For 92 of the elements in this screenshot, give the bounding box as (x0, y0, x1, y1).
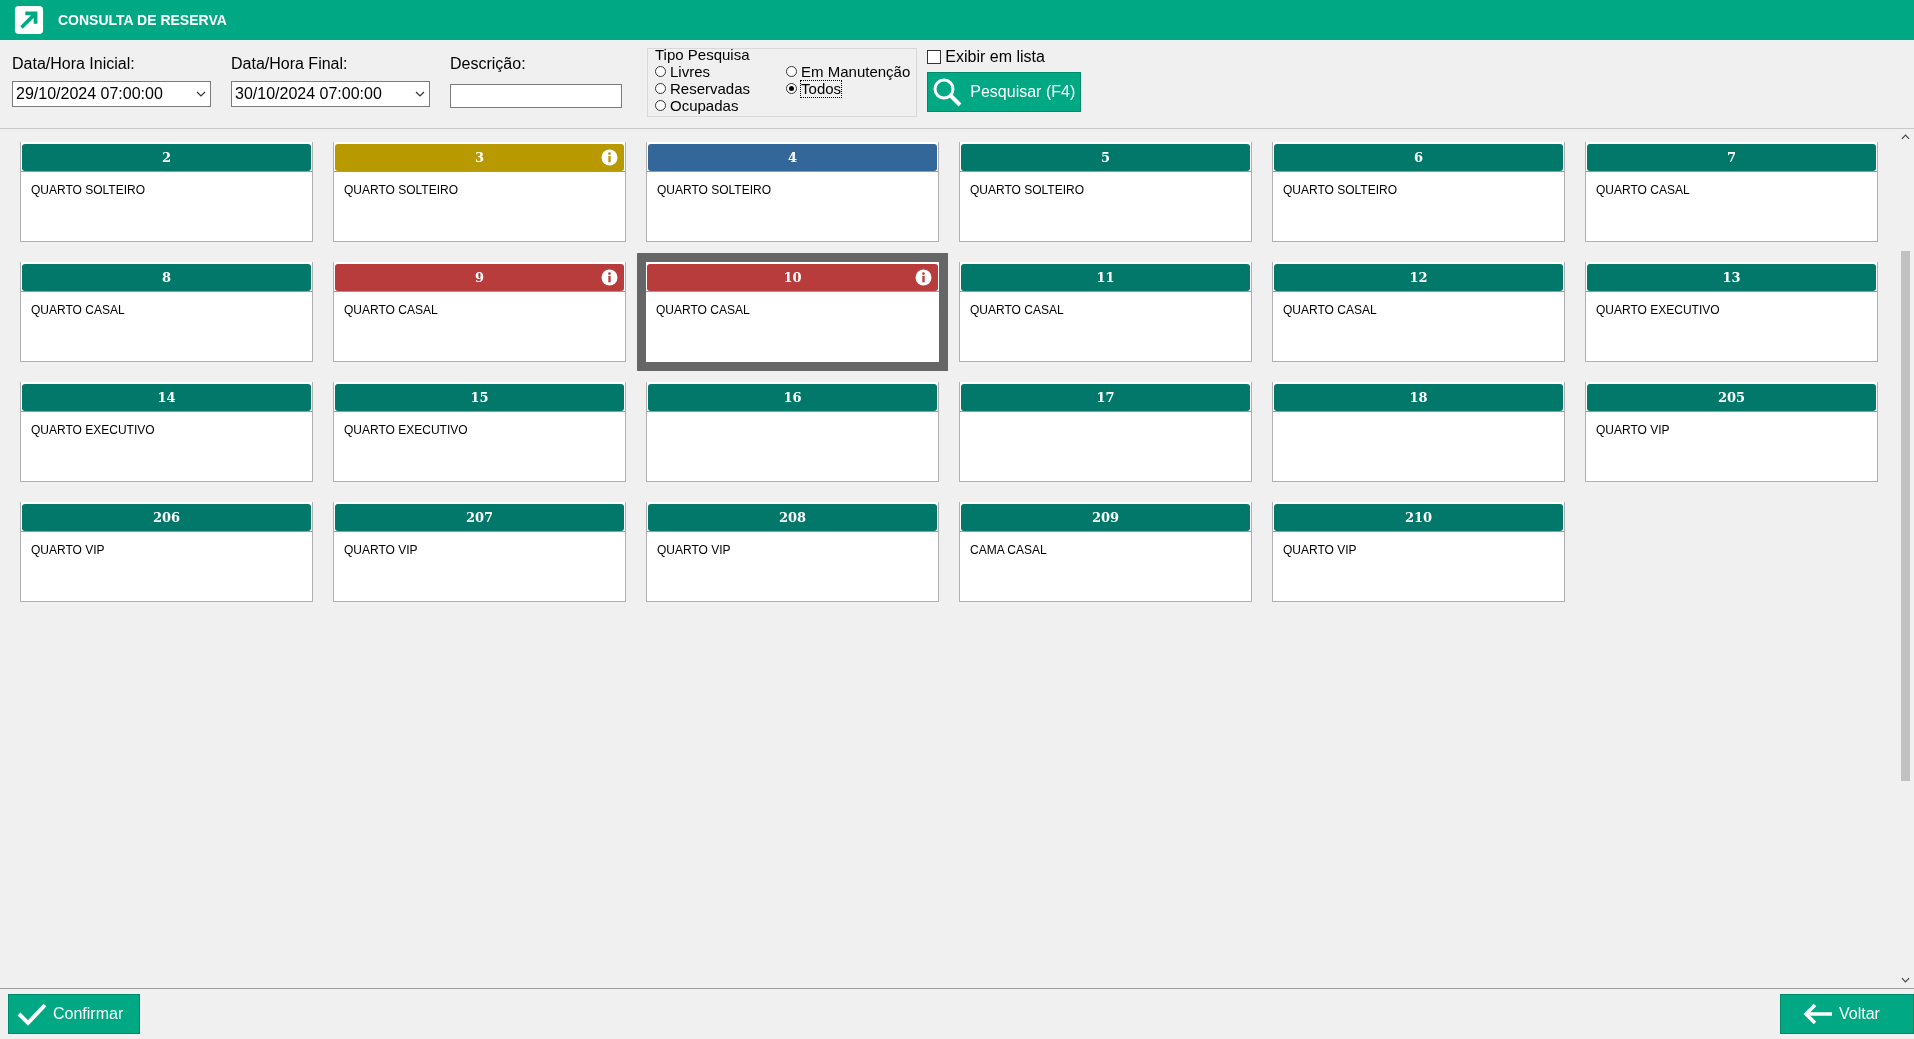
info-icon[interactable] (601, 149, 618, 166)
room-number: 10 (783, 270, 802, 285)
room-number: 205 (1717, 390, 1746, 405)
room-card[interactable]: 6 QUARTO SOLTEIRO (1272, 142, 1565, 242)
room-number: 208 (778, 510, 807, 525)
room-number: 8 (161, 270, 171, 285)
info-icon[interactable] (915, 269, 932, 286)
room-card[interactable]: 7 QUARTO CASAL (1585, 142, 1878, 242)
description-field[interactable] (450, 84, 622, 108)
room-card[interactable]: 14 QUARTO EXECUTIVO (20, 382, 313, 482)
room-number: 3 (474, 150, 484, 165)
room-card[interactable]: 209 CAMA CASAL (959, 502, 1252, 602)
scroll-up-icon[interactable] (1901, 134, 1910, 140)
room-number: 11 (1096, 270, 1115, 285)
room-number: 18 (1409, 390, 1428, 405)
room-description: QUARTO CASAL (1283, 303, 1377, 317)
room-number: 14 (157, 390, 176, 405)
room-card[interactable]: 3 QUARTO SOLTEIRO (333, 142, 626, 242)
room-number: 16 (783, 390, 802, 405)
room-card[interactable]: 2 QUARTO SOLTEIRO (20, 142, 313, 242)
room-card[interactable]: 11 QUARTO CASAL (959, 262, 1252, 362)
room-number: 210 (1404, 510, 1433, 525)
caret-icon[interactable] (196, 91, 206, 97)
room-number: 7 (1726, 150, 1736, 165)
room-number: 12 (1409, 270, 1428, 285)
room-number: 9 (474, 270, 484, 285)
room-number: 207 (465, 510, 494, 525)
room-description: QUARTO SOLTEIRO (970, 183, 1085, 197)
room-description: CAMA CASAL (970, 543, 1047, 557)
room-number: 13 (1722, 270, 1741, 285)
search-icon (932, 77, 963, 107)
radio-option[interactable]: Livres (655, 63, 751, 80)
room-number: 5 (1100, 150, 1110, 165)
date-field[interactable]: 30/10/2024 07:00:00 (231, 81, 430, 107)
room-card[interactable]: 12 QUARTO CASAL (1272, 262, 1565, 362)
list-view-checkbox[interactable]: Exibir em lista (927, 48, 1082, 66)
room-card[interactable]: 17 (959, 382, 1252, 482)
room-description: QUARTO SOLTEIRO (657, 183, 772, 197)
room-description: QUARTO VIP (657, 543, 731, 557)
radio-option[interactable]: Reservadas (655, 80, 751, 97)
room-number: 206 (152, 510, 181, 525)
room-card[interactable]: 16 (646, 382, 939, 482)
checkmark-icon (17, 1002, 47, 1026)
room-card[interactable]: 207 QUARTO VIP (333, 502, 626, 602)
room-number: 4 (787, 150, 797, 165)
room-number: 6 (1413, 150, 1423, 165)
room-description: QUARTO SOLTEIRO (344, 183, 459, 197)
room-description: QUARTO EXECUTIVO (1596, 303, 1720, 317)
group-label: Tipo Pesquisa (655, 47, 751, 63)
room-card[interactable]: 9 QUARTO CASAL (333, 262, 626, 362)
room-card[interactable]: 8 QUARTO CASAL (20, 262, 313, 362)
radio-option[interactable]: Ocupadas (655, 97, 751, 114)
left-arrow-icon (1803, 1002, 1833, 1026)
room-card[interactable]: 10 QUARTO CASAL (637, 253, 948, 371)
room-description: QUARTO VIP (1283, 543, 1357, 557)
room-description: QUARTO EXECUTIVO (31, 423, 155, 437)
room-card[interactable]: 210 QUARTO VIP (1272, 502, 1565, 602)
room-description: QUARTO CASAL (1596, 183, 1690, 197)
room-card[interactable]: 18 (1272, 382, 1565, 482)
room-card[interactable]: 4 QUARTO SOLTEIRO (646, 142, 939, 242)
scrollbar-thumb[interactable] (1901, 251, 1910, 781)
caret-icon[interactable] (415, 91, 425, 97)
radio-option[interactable]: Em Manutenção (786, 63, 911, 80)
field-label: Data/Hora Inicial: (12, 55, 136, 73)
room-card[interactable]: 15 QUARTO EXECUTIVO (333, 382, 626, 482)
room-description: QUARTO CASAL (970, 303, 1064, 317)
room-description: QUARTO CASAL (656, 303, 750, 317)
info-icon[interactable] (601, 269, 618, 286)
room-description: QUARTO VIP (1596, 423, 1670, 437)
field-label: Descrição: (450, 55, 527, 73)
window-title: CONSULTA DE RESERVA (58, 12, 227, 28)
room-card[interactable]: 206 QUARTO VIP (20, 502, 313, 602)
room-description: QUARTO SOLTEIRO (31, 183, 146, 197)
room-description: QUARTO SOLTEIRO (1283, 183, 1398, 197)
room-description: QUARTO CASAL (31, 303, 125, 317)
room-description: QUARTO EXECUTIVO (344, 423, 468, 437)
scroll-down-icon[interactable] (1901, 977, 1910, 983)
room-description: QUARTO CASAL (344, 303, 438, 317)
room-card[interactable]: 5 QUARTO SOLTEIRO (959, 142, 1252, 242)
date-field[interactable]: 29/10/2024 07:00:00 (12, 81, 211, 107)
room-number: 209 (1091, 510, 1120, 525)
room-card[interactable]: 13 QUARTO EXECUTIVO (1585, 262, 1878, 362)
arrow-logo-icon (14, 5, 44, 35)
room-description: QUARTO VIP (31, 543, 105, 557)
room-number: 15 (470, 390, 489, 405)
radio-option[interactable]: Todos (786, 80, 911, 97)
room-description: QUARTO VIP (344, 543, 418, 557)
room-card[interactable]: 208 QUARTO VIP (646, 502, 939, 602)
field-label: Data/Hora Final: (231, 55, 349, 73)
room-number: 2 (161, 150, 171, 165)
room-card[interactable]: 205 QUARTO VIP (1585, 382, 1878, 482)
room-number: 17 (1096, 390, 1115, 405)
